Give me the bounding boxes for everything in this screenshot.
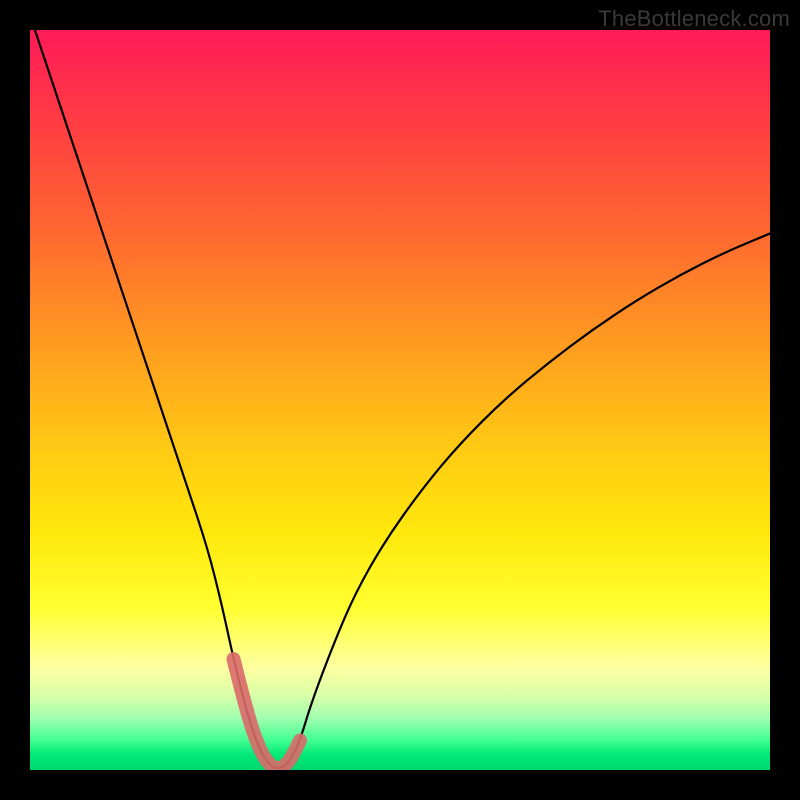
minimum-highlight <box>234 659 301 768</box>
chart-frame: TheBottleneck.com <box>0 0 800 800</box>
bottleneck-curve <box>30 30 770 768</box>
curve-svg <box>30 30 770 770</box>
watermark-text: TheBottleneck.com <box>598 6 790 32</box>
plot-area <box>30 30 770 770</box>
